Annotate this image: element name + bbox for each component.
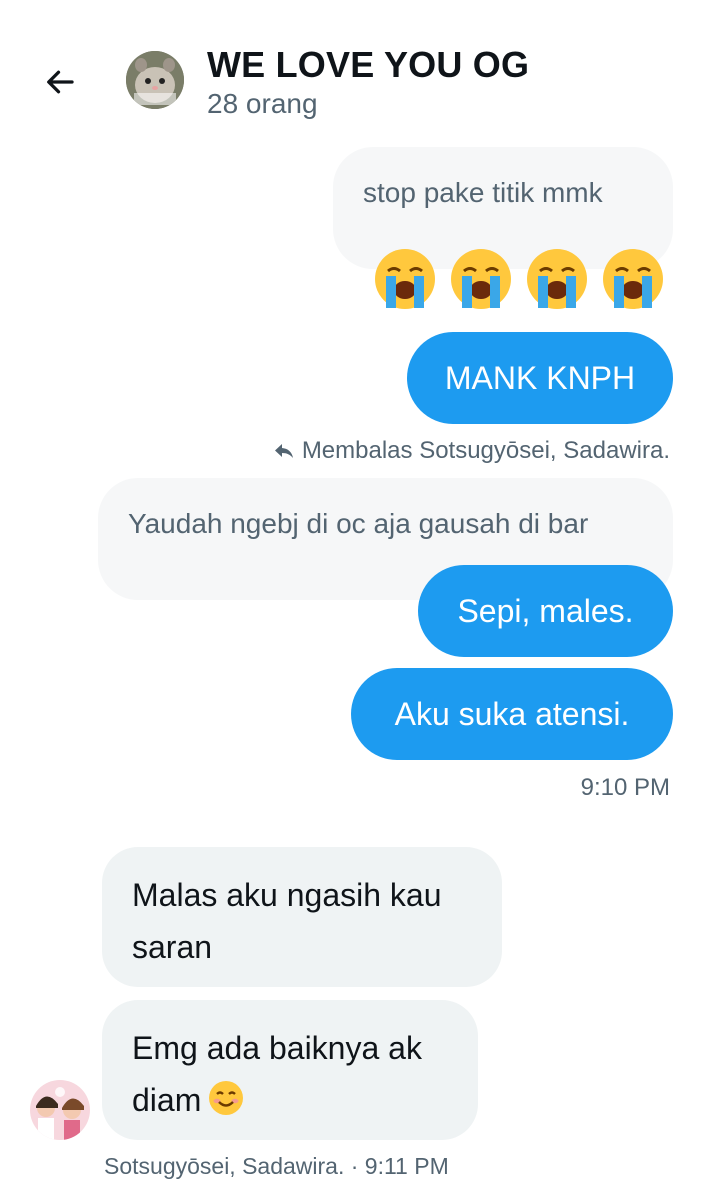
crying-face-icon: [603, 249, 663, 309]
sent-message-text: Sepi, males.: [457, 593, 634, 629]
group-title[interactable]: WE LOVE YOU OG: [207, 44, 529, 86]
crying-face-icon: [527, 249, 587, 309]
sent-message[interactable]: MANK KNPH: [407, 332, 673, 424]
received-message[interactable]: Emg ada baiknya ak diam: [102, 1000, 478, 1140]
arrow-left-icon: [47, 70, 74, 94]
received-message-text: Emg ada baiknya ak diam: [132, 1030, 422, 1118]
back-button[interactable]: [36, 58, 84, 106]
dm-conversation-screen: WE LOVE YOU OG 28 orang stop pake titik …: [0, 0, 702, 1200]
emoji-reaction-row: [370, 246, 668, 318]
quoted-message-text: Yaudah ngebj di oc aja gausah di bar: [128, 508, 589, 539]
reply-indicator[interactable]: Membalas Sotsugyōsei, Sadawira.: [272, 437, 670, 465]
crying-face-icon: [375, 249, 435, 309]
group-avatar[interactable]: [126, 51, 184, 109]
sent-message-text: MANK KNPH: [444, 360, 636, 396]
member-count[interactable]: 28 orang: [207, 88, 318, 120]
sender-meta: Sotsugyōsei, Sadawira. · 9:11 PM: [104, 1153, 449, 1179]
smiling-face-icon: [209, 1081, 244, 1115]
message-timestamp: 9:10 PM: [580, 774, 670, 801]
sent-message-text: Aku suka atensi.: [394, 696, 630, 732]
reply-indicator-text: Membalas Sotsugyōsei, Sadawira.: [301, 437, 670, 464]
received-message[interactable]: Malas aku ngasih kau saran: [102, 847, 502, 987]
sent-message[interactable]: Sepi, males.: [418, 565, 673, 657]
received-message-text: Malas aku ngasih kau saran: [132, 877, 442, 965]
sender-avatar[interactable]: [30, 1080, 90, 1140]
sent-message[interactable]: Aku suka atensi.: [351, 668, 673, 760]
quoted-message-text: stop pake titik mmk: [363, 177, 603, 208]
crying-face-icon: [451, 249, 511, 309]
reply-arrow-icon: [274, 444, 293, 458]
